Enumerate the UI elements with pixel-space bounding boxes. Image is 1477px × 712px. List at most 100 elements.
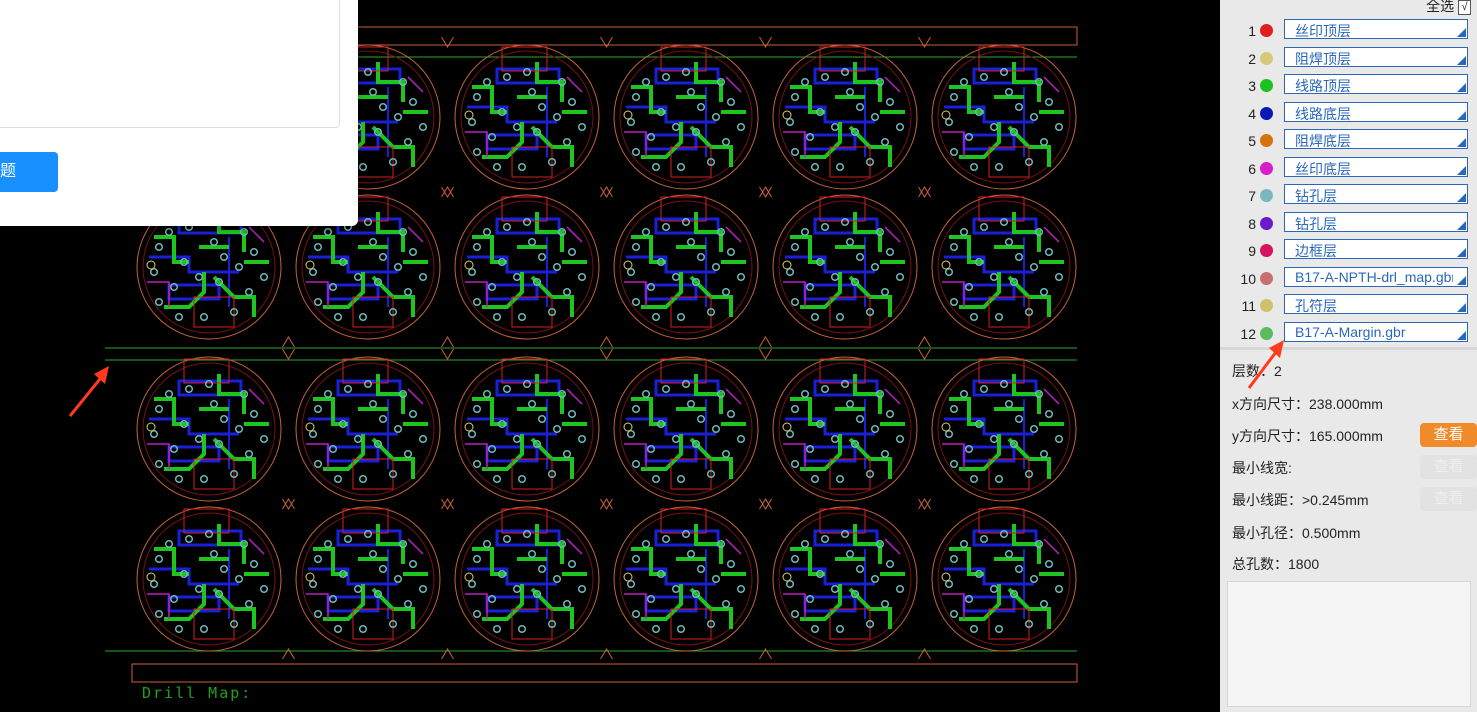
layer-number: 8: [1248, 215, 1256, 232]
pcb-board: [772, 44, 918, 190]
breakaway-tab: [759, 498, 772, 660]
resize-corner-icon: [1457, 193, 1466, 202]
resize-corner-icon: [1457, 55, 1466, 65]
layer-row[interactable]: 3 线路顶层: [1220, 72, 1477, 99]
pcb-board: [931, 506, 1077, 652]
layer-name: B17-A-NPTH-drl_map.gbr: [1295, 268, 1453, 285]
layer-row[interactable]: 11 孔符层: [1220, 292, 1477, 319]
y-size-text: y方向尺寸：165.000mm: [1232, 428, 1383, 444]
layer-number: 7: [1248, 188, 1256, 204]
breakaway-tab: [600, 498, 613, 660]
layer-name: 线路顶层: [1295, 78, 1351, 94]
layer-color-dot[interactable]: [1260, 244, 1273, 257]
layer-row[interactable]: 9 边框层: [1220, 237, 1477, 264]
layer-color-dot[interactable]: [1260, 134, 1273, 147]
layer-row[interactable]: 4 线路底层: [1220, 100, 1477, 127]
layer-row[interactable]: 8 钻孔层: [1220, 210, 1477, 237]
dialog-panel: 题: [0, 0, 358, 226]
layer-color-dot[interactable]: [1260, 79, 1273, 92]
breakaway-tab: [759, 186, 772, 348]
layer-number: 3: [1248, 78, 1256, 94]
resize-corner-icon: [1457, 248, 1466, 257]
layer-name-field[interactable]: 孔符层: [1284, 294, 1468, 314]
layer-row[interactable]: 5 阻焊底层: [1220, 127, 1477, 154]
layer-name: 丝印顶层: [1295, 23, 1351, 39]
resize-corner-icon: [1457, 303, 1466, 312]
bottom-rail: [131, 663, 1078, 683]
layer-color-dot[interactable]: [1260, 24, 1273, 37]
min-trace-spacing-text: 最小线距：>0.245mm: [1232, 492, 1369, 508]
layer-name-field[interactable]: 钻孔层: [1284, 184, 1468, 204]
pcb-board: [454, 506, 600, 652]
layer-name-field[interactable]: B17-A-NPTH-drl_map.gbr: [1284, 266, 1468, 287]
layer-name: 丝印底层: [1295, 160, 1351, 177]
select-all-label: 全选: [1426, 0, 1455, 14]
layer-row[interactable]: 2 阻焊顶层: [1220, 45, 1477, 72]
pcb-board: [454, 44, 600, 190]
view-button-min-spacing[interactable]: 查看: [1420, 487, 1477, 511]
annotation-arrow-left: [68, 366, 109, 417]
breakaway-tab: [282, 498, 295, 660]
pcb-board: [295, 356, 441, 502]
breakaway-tab: [441, 36, 454, 198]
breakaway-tab: [918, 36, 931, 198]
min-trace-width-text: 最小线宽:: [1232, 460, 1292, 476]
pcb-board: [931, 356, 1077, 502]
layer-color-dot[interactable]: [1260, 161, 1273, 175]
resize-corner-icon: [1457, 28, 1466, 37]
layer-name: 钻孔层: [1295, 188, 1337, 204]
layer-name-field[interactable]: 线路顶层: [1284, 74, 1468, 94]
view-button-min-width[interactable]: 查看: [1420, 455, 1477, 479]
pcb-board: [454, 356, 600, 502]
layer-color-dot[interactable]: [1260, 299, 1273, 312]
layer-number: 10: [1240, 270, 1256, 287]
submit-question-button[interactable]: 题: [0, 152, 58, 192]
layer-row[interactable]: 1 丝印顶层: [1220, 17, 1477, 44]
layer-name-field[interactable]: 丝印底层: [1284, 156, 1468, 177]
resize-corner-icon: [1457, 83, 1466, 92]
layer-name-field[interactable]: 丝印顶层: [1284, 19, 1468, 39]
x-size-text: x方向尺寸：238.000mm: [1232, 396, 1383, 412]
breakaway-tab: [441, 348, 454, 510]
layer-name-field[interactable]: 线路底层: [1284, 101, 1468, 122]
layer-name: 钻孔层: [1295, 215, 1337, 232]
breakaway-tab: [600, 36, 613, 198]
select-all-toggle[interactable]: 全选 √: [1426, 0, 1471, 16]
view-button-y-size[interactable]: 查看: [1420, 423, 1477, 447]
layer-name-field[interactable]: 阻焊顶层: [1284, 46, 1468, 67]
layer-name-field[interactable]: 阻焊底层: [1284, 129, 1468, 149]
breakaway-tab: [600, 348, 613, 510]
resize-corner-icon: [1457, 138, 1466, 147]
layer-row[interactable]: 6 丝印底层: [1220, 155, 1477, 182]
total-holes-text: 总孔数：1800: [1232, 556, 1320, 572]
layer-name-field[interactable]: 钻孔层: [1284, 211, 1468, 232]
layer-row[interactable]: 10 B17-A-NPTH-drl_map.gbr: [1220, 265, 1477, 292]
breakaway-tab: [918, 498, 931, 660]
breakaway-tab: [441, 186, 454, 348]
pcb-board: [613, 194, 759, 340]
layer-number: 6: [1248, 160, 1256, 177]
layer-color-dot[interactable]: [1260, 216, 1273, 230]
layer-color-dot[interactable]: [1260, 106, 1273, 120]
layer-name-field[interactable]: 边框层: [1284, 239, 1468, 259]
layer-name-field[interactable]: B17-A-Margin.gbr: [1284, 321, 1468, 342]
pcb-board: [772, 194, 918, 340]
layer-number: 5: [1248, 133, 1256, 149]
layer-number: 2: [1248, 50, 1256, 67]
pcb-board: [772, 506, 918, 652]
layer-color-dot[interactable]: [1260, 271, 1273, 285]
pcb-board: [772, 356, 918, 502]
resize-corner-icon: [1457, 275, 1466, 285]
layer-color-dot[interactable]: [1260, 189, 1273, 202]
select-all-checkbox[interactable]: √: [1458, 0, 1471, 15]
breakaway-tab: [918, 348, 931, 510]
notes-box[interactable]: [1227, 581, 1471, 707]
layer-color-dot[interactable]: [1260, 51, 1273, 65]
pcb-board: [136, 356, 282, 502]
resize-corner-icon: [1457, 110, 1466, 120]
layer-row[interactable]: 7 钻孔层: [1220, 182, 1477, 209]
feedback-textarea[interactable]: [0, 0, 340, 128]
layer-name: 孔符层: [1295, 298, 1337, 314]
pcb-board: [295, 506, 441, 652]
pcb-board: [613, 506, 759, 652]
